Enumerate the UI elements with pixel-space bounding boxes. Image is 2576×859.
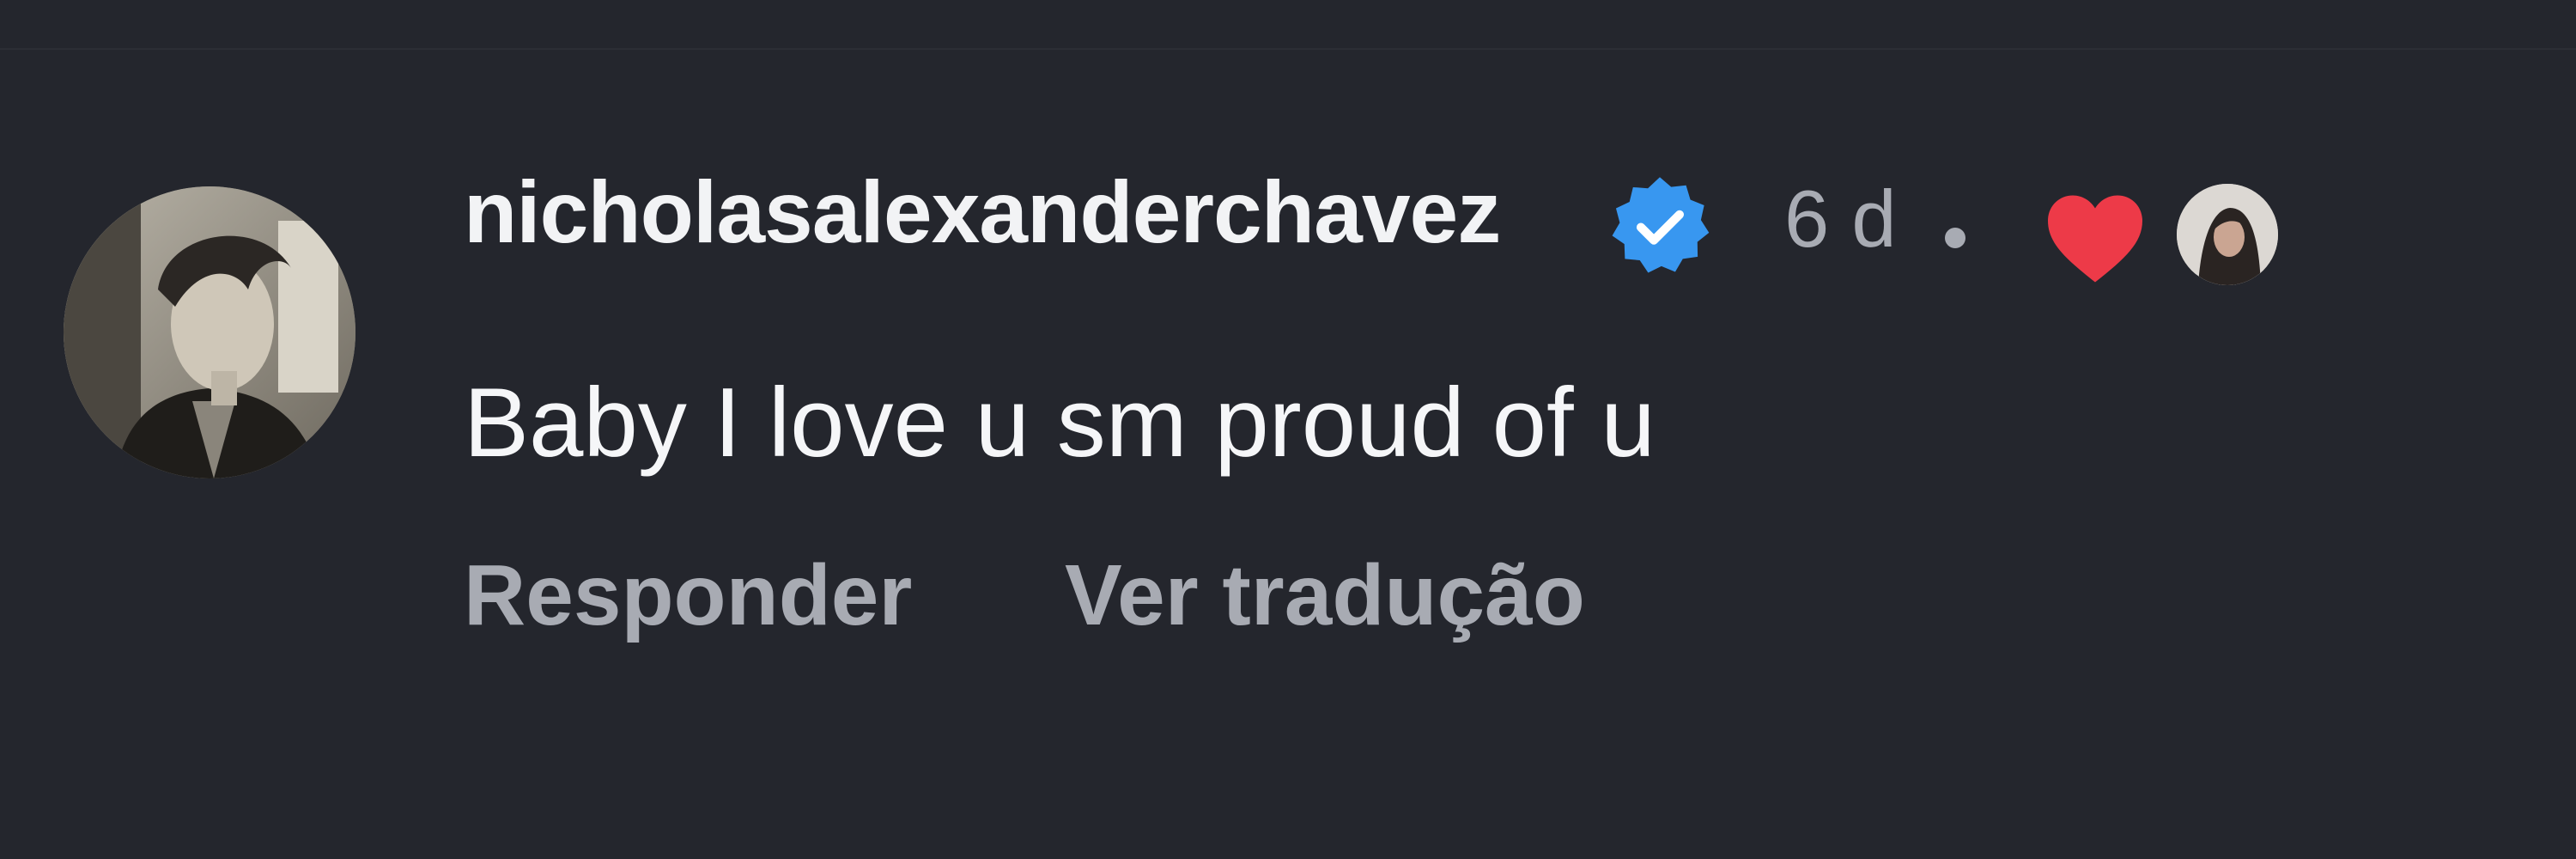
verified-badge-icon [1606,172,1714,280]
reply-button[interactable]: Responder [464,552,912,638]
comment-username[interactable]: nicholasalexanderchavez [464,168,1501,256]
commenter-avatar[interactable] [64,186,355,478]
heart-icon[interactable] [2044,190,2147,284]
comment-timestamp: 6 d [1784,174,1897,264]
separator-dot [1945,228,1965,248]
top-divider [0,48,2576,50]
see-translation-button[interactable]: Ver tradução [1065,552,1585,638]
liker-avatar[interactable] [2177,184,2278,285]
comment-text: Baby I love u sm proud of u [464,369,1656,478]
